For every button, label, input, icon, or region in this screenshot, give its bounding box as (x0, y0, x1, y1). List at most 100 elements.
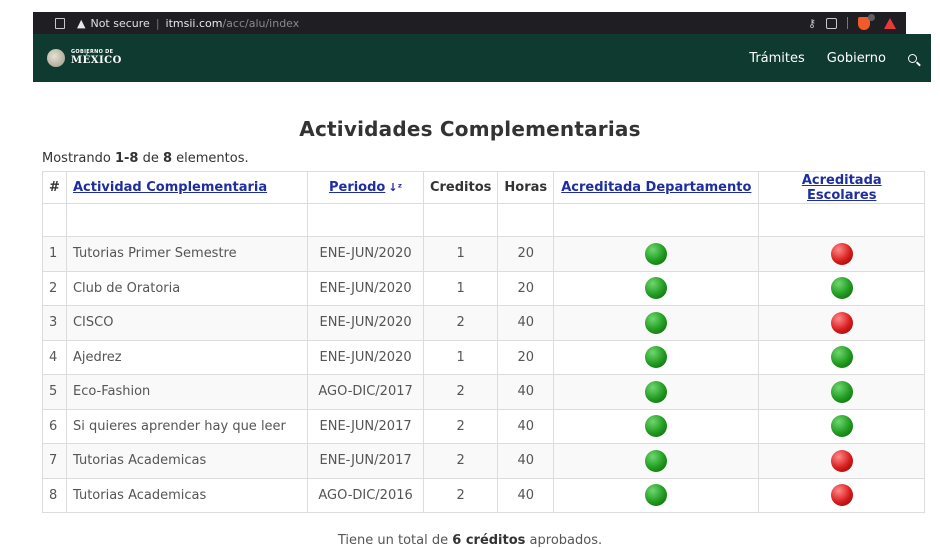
filter-acred-esc-input[interactable] (758, 203, 925, 237)
brave-shield-icon[interactable] (858, 13, 875, 30)
cell-horas: 40 (497, 443, 555, 479)
summary-suffix: elementos. (172, 151, 249, 166)
sort-acred-depto-link[interactable]: Acreditada Departamento (561, 180, 751, 195)
cell-num: 4 (42, 339, 67, 375)
status-approved-icon (830, 346, 853, 369)
nav-gobierno[interactable]: Gobierno (827, 51, 886, 66)
cell-periodo: ENE-JUN/2020 (307, 305, 424, 341)
brave-rewards-icon[interactable] (884, 17, 896, 29)
cell-acred-depto (553, 236, 760, 272)
page-title: Actividades Complementarias (299, 117, 641, 141)
activities-table: # Actividad Complementaria Periodo ↓ᶻ Cre… (42, 171, 925, 513)
url-separator: | (155, 16, 160, 30)
cell-acred-esc (758, 270, 925, 306)
cell-horas: 40 (497, 305, 555, 341)
cell-actividad: CISCO (65, 305, 309, 341)
cell-horas: 20 (497, 236, 555, 272)
cell-actividad: Si quieres aprender hay que leer (65, 408, 309, 444)
status-approved-icon (645, 380, 668, 403)
cell-periodo: ENE-JUN/2020 (307, 339, 424, 375)
cell-horas: 40 (497, 374, 555, 410)
cell-acred-esc (758, 305, 925, 341)
cell-num: 8 (42, 477, 67, 513)
table-body: 1 Tutorias Primer Semestre ENE-JUN/2020 1 20… (42, 203, 925, 513)
cell-creditos: 2 (422, 477, 499, 513)
sort-periodo-link[interactable]: Periodo (329, 180, 385, 195)
search-icon[interactable] (908, 53, 917, 63)
status-approved-icon (645, 311, 668, 334)
total-prefix: Tiene un total de (337, 533, 453, 548)
url-host: itmsii.com (165, 16, 223, 30)
cell-acred-depto (553, 477, 760, 513)
sort-actividad-link[interactable]: Actividad Complementaria (73, 180, 267, 195)
cell-acred-esc (758, 236, 925, 272)
cell-horas: 20 (497, 339, 555, 375)
gov-seal-icon[interactable] (47, 49, 65, 67)
cell-actividad: Tutorias Primer Semestre (65, 236, 309, 272)
cell-num: 3 (42, 305, 67, 341)
summary-mid: de (138, 151, 163, 166)
credits-total: Tiene un total de 6 créditos aprobados. (0, 533, 940, 548)
table-row: 7 Tutorias Academicas ENE-JUN/2017 2 40 (42, 443, 925, 479)
cell-creditos: 1 (422, 270, 499, 306)
address-bar[interactable]: itmsii.com/acc/alu/index (166, 17, 300, 30)
header-actividad: Actividad Complementaria (65, 171, 309, 204)
cell-creditos: 2 (422, 443, 499, 479)
cell-horas: 40 (497, 408, 555, 444)
filter-periodo-input[interactable] (307, 203, 424, 237)
filter-horas-input[interactable] (497, 203, 555, 237)
toolbar-divider (847, 17, 848, 29)
cell-actividad: Ajedrez (65, 339, 309, 375)
status-approved-icon (830, 380, 853, 403)
url-path: /acc/alu/index (222, 16, 300, 30)
cell-periodo: ENE-JUN/2020 (307, 236, 424, 272)
cell-periodo: AGO-DIC/2017 (307, 374, 424, 410)
cell-num: 2 (42, 270, 67, 306)
table-row: 6 Si quieres aprender hay que leer ENE-JUN… (42, 408, 925, 444)
result-summary: Mostrando 1-8 de 8 elementos. (42, 151, 249, 166)
cell-acred-esc (758, 477, 925, 513)
cell-creditos: 1 (422, 236, 499, 272)
cell-creditos: 2 (422, 374, 499, 410)
cell-acred-esc (758, 374, 925, 410)
gov-logo[interactable]: GOBIERNO DE MÉXICO (71, 50, 122, 66)
warning-icon[interactable]: ▲ (77, 17, 85, 30)
table-row: 2 Club de Oratoria ENE-JUN/2020 1 20 (42, 270, 925, 306)
cell-periodo: ENE-JUN/2020 (307, 270, 424, 306)
cell-actividad: Tutorias Academicas (65, 477, 309, 513)
status-approved-icon (830, 415, 853, 438)
filter-row (42, 203, 925, 237)
table-row: 8 Tutorias Academicas AGO-DIC/2016 2 40 (42, 477, 925, 513)
cell-horas: 20 (497, 270, 555, 306)
cell-periodo: AGO-DIC/2016 (307, 477, 424, 513)
sort-desc-icon[interactable]: ↓ᶻ (388, 181, 402, 194)
gov-nav: Trámites Gobierno (749, 51, 931, 66)
not-secure-label[interactable]: Not secure (90, 17, 149, 30)
table-row: 5 Eco-Fashion AGO-DIC/2017 2 40 (42, 374, 925, 410)
summary-prefix: Mostrando (42, 151, 115, 166)
status-rejected-icon (830, 311, 853, 334)
browser-extension-icons: ⚷ (808, 13, 896, 30)
translate-icon[interactable] (826, 17, 837, 29)
table-header-row: # Actividad Complementaria Periodo ↓ᶻ Cre… (42, 171, 925, 204)
status-approved-icon (645, 277, 668, 300)
filter-creditos-input[interactable] (422, 203, 499, 237)
cell-creditos: 2 (422, 408, 499, 444)
cell-horas: 40 (497, 477, 555, 513)
gov-header: GOBIERNO DE MÉXICO Trámites Gobierno (33, 34, 931, 82)
table-row: 1 Tutorias Primer Semestre ENE-JUN/2020 1 20 (42, 236, 925, 272)
table-row: 4 Ajedrez ENE-JUN/2020 1 20 (42, 339, 925, 375)
cell-creditos: 2 (422, 305, 499, 341)
cell-actividad: Tutorias Academicas (65, 443, 309, 479)
cell-acred-depto (553, 374, 760, 410)
bookmark-icon[interactable] (55, 17, 65, 29)
total-suffix: aprobados. (525, 533, 603, 548)
key-icon[interactable]: ⚷ (808, 17, 816, 30)
filter-acred-depto-input[interactable] (553, 203, 760, 237)
filter-actividad-input[interactable] (65, 203, 309, 237)
header-num: # (42, 171, 67, 204)
sort-acred-esc-link[interactable]: Acreditada Escolares (802, 173, 882, 203)
status-approved-icon (830, 277, 853, 300)
nav-tramites[interactable]: Trámites (749, 51, 805, 66)
logo-big-text: MÉXICO (71, 55, 122, 66)
